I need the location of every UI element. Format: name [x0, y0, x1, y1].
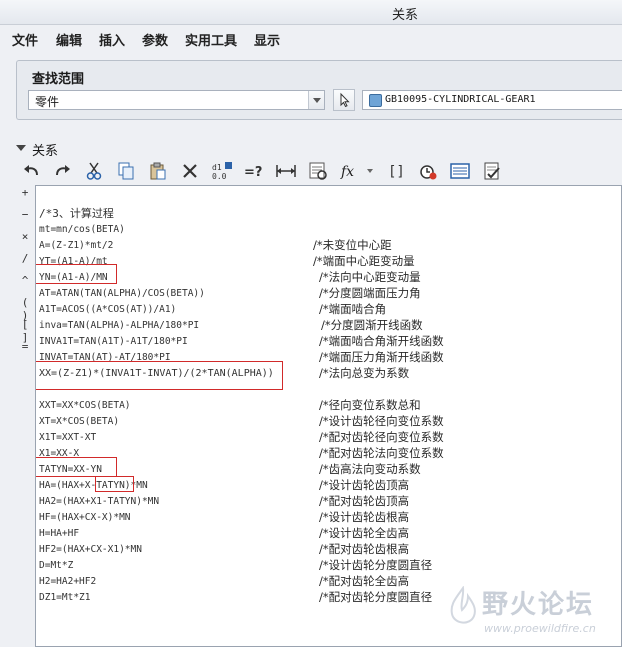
operator-plus[interactable]: +	[16, 186, 34, 199]
highlight-box	[95, 476, 134, 492]
operator-equals[interactable]: =	[16, 340, 34, 353]
operator-minus[interactable]: −	[16, 208, 34, 221]
highlight-box	[36, 264, 117, 284]
relations-section-label: 关系	[32, 144, 59, 159]
dimension-icon[interactable]	[274, 160, 298, 182]
object-type-select[interactable]: 零件	[28, 90, 325, 110]
svg-text:fx: fx	[340, 164, 354, 180]
flame-logo-icon	[450, 586, 476, 624]
title-bar: 关系	[0, 0, 622, 25]
menu-bar: 文件 编辑 插入 参数 实用工具 显示	[0, 26, 622, 50]
function-icon[interactable]: fx	[338, 160, 378, 182]
svg-text:=?: =?	[244, 165, 262, 180]
parameters-icon[interactable]: []	[384, 160, 408, 182]
highlight-box	[36, 457, 117, 477]
model-field[interactable]: GB10095-CYLINDRICAL-GEAR1	[362, 90, 622, 110]
relations-editor[interactable]: /*3、计算过程 mt=mn/cos(BETA) A=(Z-Z1)*mt/2/*…	[35, 185, 622, 647]
menu-insert[interactable]: 插入	[99, 30, 125, 49]
sort-icon[interactable]	[448, 160, 472, 182]
delete-icon[interactable]	[178, 160, 202, 182]
svg-text:d1: d1	[212, 163, 222, 172]
part-icon	[369, 94, 382, 107]
menu-utilities[interactable]: 实用工具	[185, 30, 237, 49]
select-object-button[interactable]	[333, 89, 355, 111]
forum-watermark: 野火论坛 www.proewildfire.cn	[446, 584, 622, 644]
copy-icon[interactable]	[114, 160, 138, 182]
evaluate-icon[interactable]: =?	[242, 160, 266, 182]
model-name: GB10095-CYLINDRICAL-GEAR1	[385, 94, 536, 105]
number-format-icon[interactable]: d1 0.0	[210, 160, 234, 182]
verify-icon[interactable]	[480, 160, 504, 182]
svg-text:0.0: 0.0	[212, 172, 227, 181]
menu-file[interactable]: 文件	[12, 30, 38, 49]
menu-edit[interactable]: 编辑	[56, 30, 82, 49]
relations-toolbar: d1 0.0 =? fx []	[20, 160, 620, 184]
arrow-cursor-icon	[340, 92, 350, 108]
watermark-url: www.proewildfire.cn	[484, 622, 596, 635]
watermark-name: 野火论坛	[482, 590, 595, 620]
look-in-label: 查找范围	[32, 72, 85, 87]
operator-power[interactable]: ^	[16, 274, 34, 287]
collapse-triangle-icon[interactable]	[16, 145, 26, 151]
cut-icon[interactable]	[82, 160, 106, 182]
undo-icon[interactable]	[20, 160, 44, 182]
paste-icon[interactable]	[146, 160, 170, 182]
menu-parameters[interactable]: 参数	[142, 30, 168, 49]
operator-multiply[interactable]: ×	[16, 230, 34, 243]
redo-icon[interactable]	[50, 160, 74, 182]
highlight-box	[36, 361, 283, 390]
object-type-value: 零件	[35, 95, 60, 109]
menu-display[interactable]: 显示	[254, 30, 280, 49]
chevron-down-icon[interactable]	[308, 91, 324, 109]
svg-text:[]: []	[388, 164, 405, 180]
window-title: 关系	[392, 8, 419, 23]
operator-divide[interactable]: /	[16, 252, 34, 265]
properties-icon[interactable]	[306, 160, 330, 182]
local-params-icon[interactable]	[416, 160, 440, 182]
